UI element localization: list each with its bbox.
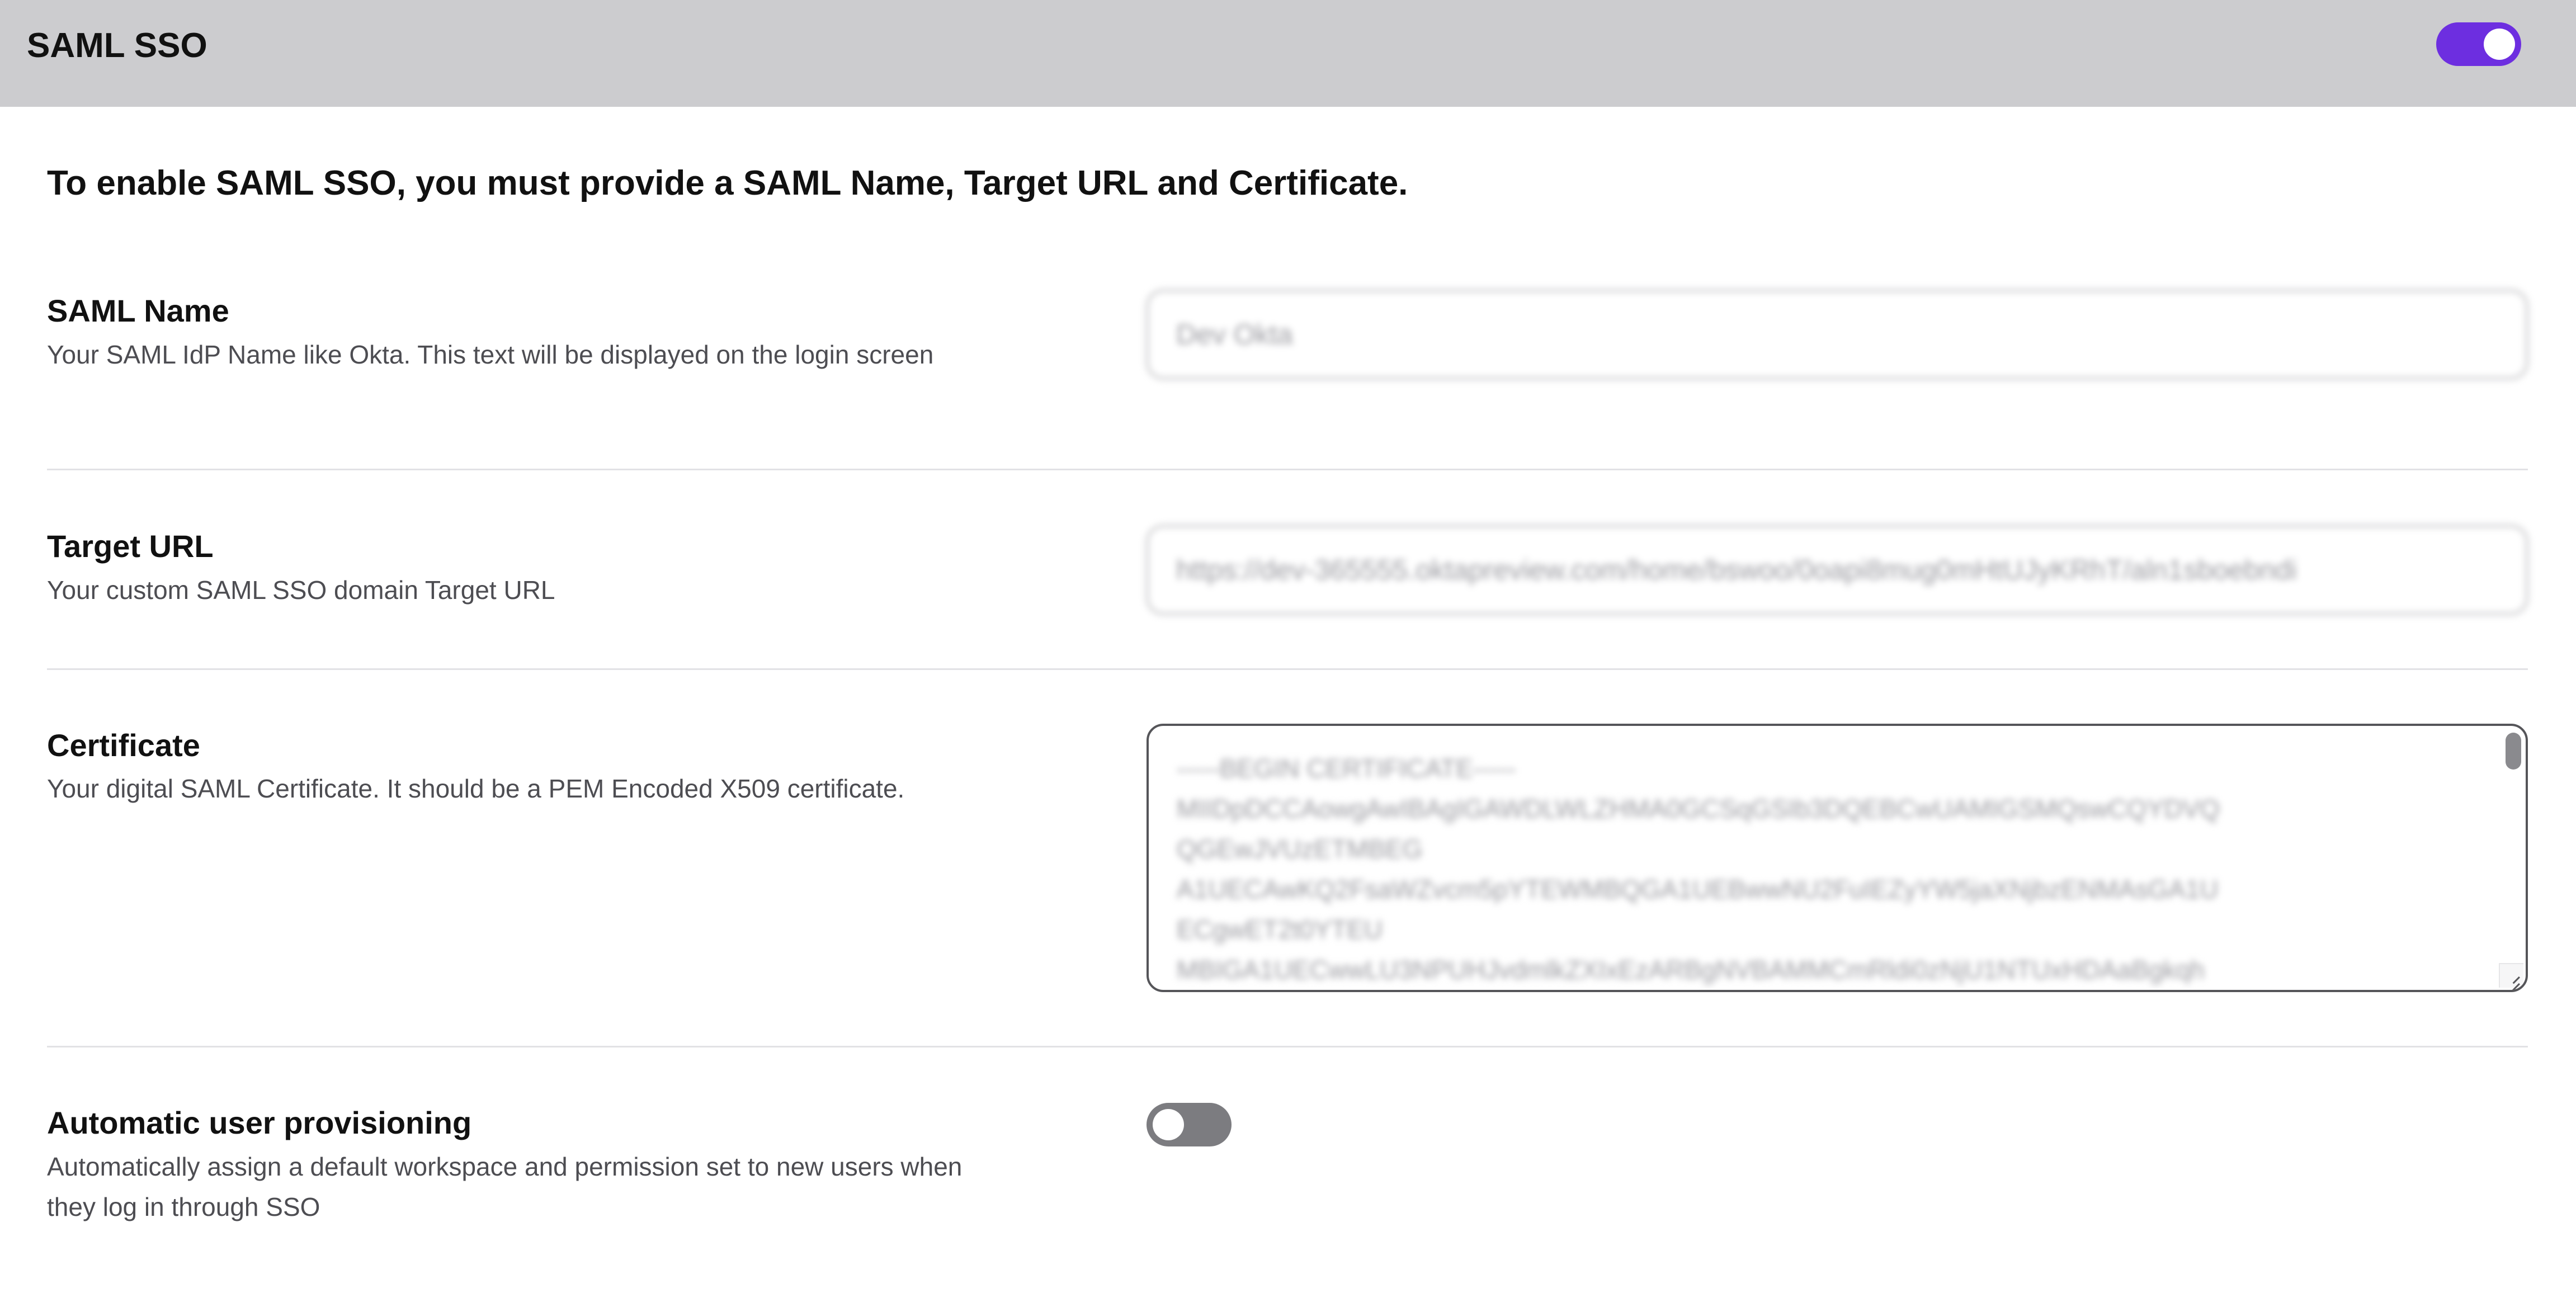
target-url-label: Target URL: [47, 528, 214, 564]
target-url-description: Your custom SAML SSO domain Target URL: [47, 575, 555, 605]
certificate-text: -----BEGIN CERTIFICATE----- MIIDpDCCAowg…: [1177, 754, 2220, 984]
saml-name-input[interactable]: [1147, 290, 2528, 379]
divider: [47, 1046, 2528, 1047]
page-title: SAML SSO: [27, 26, 207, 65]
sso-enable-toggle[interactable]: [2436, 22, 2521, 66]
saml-name-description: Your SAML IdP Name like Okta. This text …: [47, 340, 934, 369]
resize-grip-icon[interactable]: [2499, 963, 2523, 988]
saml-name-label: SAML Name: [47, 293, 229, 328]
header-bar: SAML SSO: [0, 0, 2576, 107]
scrollbar-thumb[interactable]: [2506, 733, 2521, 770]
target-url-input[interactable]: [1147, 525, 2528, 615]
auto-provisioning-label: Automatic user provisioning: [47, 1105, 472, 1140]
divider: [47, 469, 2528, 470]
auto-provisioning-description: Automatically assign a default workspace…: [47, 1152, 963, 1221]
certificate-description: Your digital SAML Certificate. It should…: [47, 774, 905, 803]
certificate-textarea[interactable]: -----BEGIN CERTIFICATE----- MIIDpDCCAowg…: [1147, 724, 2528, 992]
intro-text: To enable SAML SSO, you must provide a S…: [47, 164, 1408, 202]
divider: [47, 668, 2528, 670]
auto-provisioning-toggle[interactable]: [1147, 1103, 1232, 1146]
certificate-label: Certificate: [47, 728, 200, 763]
toggle-knob: [1153, 1109, 1184, 1140]
toggle-knob: [2484, 29, 2515, 60]
